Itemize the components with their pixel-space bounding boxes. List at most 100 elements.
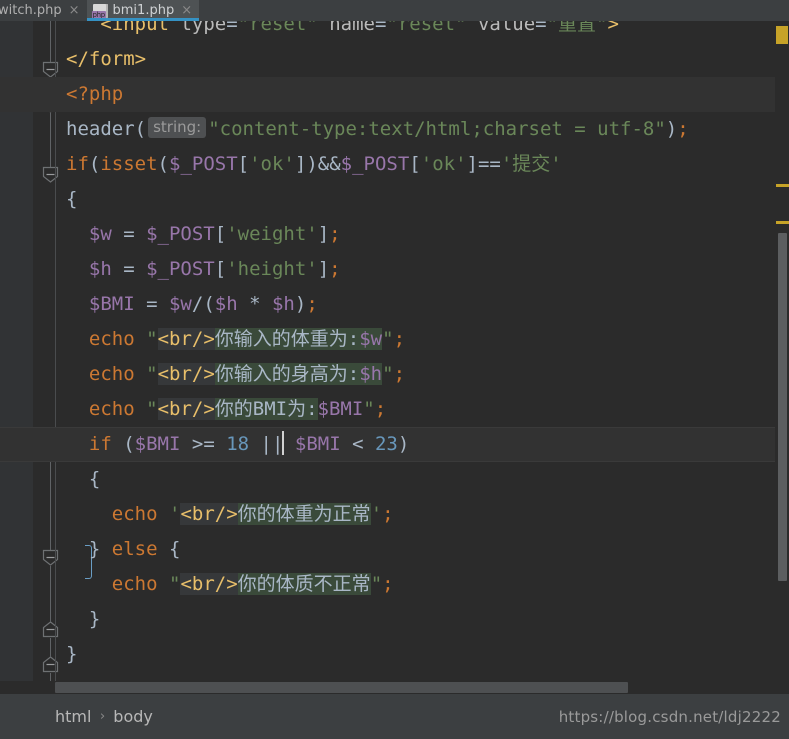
code-token: }: [88, 608, 101, 630]
code-token: 你的BMI为:: [214, 398, 318, 420]
line-close-outer[interactable]: }: [66, 637, 77, 672]
code-token: ]: [317, 223, 330, 245]
fold-connector-line: [50, 566, 51, 622]
code-token: echo: [111, 573, 158, 595]
code-token: "reset": [237, 21, 318, 35]
line-open-brace[interactable]: {: [66, 182, 77, 217]
line-php-open[interactable]: <?php: [66, 77, 123, 112]
code-token: =: [111, 258, 147, 280]
watermark-url: https://blog.csdn.net/ldj2222: [558, 708, 781, 726]
error-stripe-marker[interactable]: [776, 26, 788, 44]
editor-tab-witch-php[interactable]: witch.php ×: [0, 0, 87, 21]
line-number-gutter: [0, 21, 33, 694]
breadcrumb-separator: ›: [98, 709, 107, 724]
tab-label: witch.php: [0, 3, 62, 18]
code-token: ": [146, 328, 158, 350]
line-w-assign[interactable]: $w = $_POST['weight'];: [89, 217, 341, 252]
code-token: ": [370, 573, 383, 595]
editor-tab-bmi1-php[interactable]: php bmi1.php ×: [86, 0, 200, 21]
code-content[interactable]: <input type="reset" name="reset" value="…: [0, 21, 789, 694]
code-token: ;: [677, 118, 689, 140]
breadcrumb-item-html[interactable]: html: [55, 707, 91, 726]
breadcrumb-item-body[interactable]: body: [113, 707, 153, 726]
code-token: <: [340, 433, 375, 455]
vertical-scrollbar-thumb[interactable]: [778, 233, 787, 581]
code-token: ": [382, 328, 394, 350]
code-token: $w: [88, 223, 112, 245]
code-token: ;: [382, 503, 394, 525]
code-token: <br/>: [157, 363, 215, 385]
code-token: ): [665, 118, 678, 140]
line-if-isset[interactable]: if(isset($_POST['ok'])&&$_POST['ok']=='提…: [66, 147, 562, 182]
code-token: <: [100, 21, 112, 35]
fold-toggle-icon[interactable]: [41, 165, 60, 184]
code-token: ": [382, 363, 394, 385]
code-token: }: [66, 643, 78, 665]
fold-toggle-icon[interactable]: [41, 548, 60, 567]
line-echo-bmi[interactable]: echo "<br/>你的BMI为:$BMI";: [89, 392, 386, 427]
line-echo-abnormal[interactable]: echo "<br/>你的体质不正常";: [112, 567, 394, 602]
code-token: "reset": [386, 21, 467, 35]
code-editor[interactable]: <input type="reset" name="reset" value="…: [0, 21, 789, 694]
error-stripe-marker[interactable]: [776, 184, 789, 187]
code-token: [: [409, 153, 421, 175]
line-if-bmi[interactable]: if ($BMI >= 18 || $BMI < 23): [89, 427, 409, 462]
code-token: header: [66, 118, 135, 140]
code-token: "重置": [546, 21, 608, 35]
horizontal-scrollbar-thumb[interactable]: [55, 682, 628, 693]
line-form-close[interactable]: </form>: [66, 42, 146, 77]
line-bmi-assign[interactable]: $BMI = $w/($h * $h);: [89, 287, 318, 322]
code-token: [: [214, 223, 227, 245]
code-token: ;: [393, 328, 406, 350]
code-token: ): [306, 153, 318, 175]
code-token: [: [237, 153, 250, 175]
code-token: </form>: [66, 48, 147, 70]
code-token: ==: [477, 153, 501, 175]
close-icon[interactable]: ×: [179, 0, 192, 21]
code-token: ;: [382, 573, 394, 595]
gutter-divider: [55, 21, 56, 694]
line-else[interactable]: } else {: [89, 532, 181, 567]
line-h-assign[interactable]: $h = $_POST['height'];: [89, 252, 341, 287]
code-token: ": [146, 363, 158, 385]
line-header[interactable]: header(string: "content-type:text/html;ch…: [66, 112, 689, 147]
code-token: &&: [317, 153, 341, 175]
error-stripe[interactable]: [775, 21, 789, 694]
fold-toggle-icon[interactable]: [41, 655, 60, 674]
error-stripe-marker[interactable]: [776, 221, 789, 224]
line-echo-normal[interactable]: echo '<br/>你的体重为正常';: [112, 497, 394, 532]
code-token: {: [66, 188, 78, 210]
code-token: =: [226, 21, 238, 35]
fold-connector-line: [50, 113, 51, 167]
code-token: echo: [88, 363, 135, 385]
code-token: $w: [168, 293, 192, 315]
code-token: $BMI: [317, 398, 364, 420]
code-token: <br/>: [180, 503, 238, 525]
horizontal-scrollbar-track[interactable]: [0, 681, 789, 694]
line-input-reset[interactable]: <input type="reset" name="reset" value="…: [100, 21, 619, 42]
code-token: $h: [88, 258, 112, 280]
code-token: *: [237, 293, 272, 315]
code-token: ;: [329, 223, 341, 245]
code-token: ;: [306, 293, 318, 315]
code-token: '提交': [500, 153, 562, 175]
line-echo-weight[interactable]: echo "<br/>你输入的体重为:$w";: [89, 322, 405, 357]
code-token: >: [607, 21, 619, 35]
code-token: 'weight': [226, 223, 318, 245]
code-token: ": [146, 398, 158, 420]
fold-gutter[interactable]: [33, 21, 92, 694]
code-token: $_POST: [146, 258, 215, 280]
code-token: "content-type:text/html;charset = utf-8": [208, 118, 666, 140]
fold-toggle-icon[interactable]: [41, 620, 60, 639]
line-close-inner[interactable]: }: [89, 602, 100, 637]
line-echo-height[interactable]: echo "<br/>你输入的身高为:$h";: [89, 357, 405, 392]
line-if-open-brace[interactable]: {: [89, 462, 100, 497]
close-icon[interactable]: ×: [67, 0, 80, 21]
code-token: ): [397, 433, 410, 455]
fold-connector-line: [50, 638, 51, 657]
